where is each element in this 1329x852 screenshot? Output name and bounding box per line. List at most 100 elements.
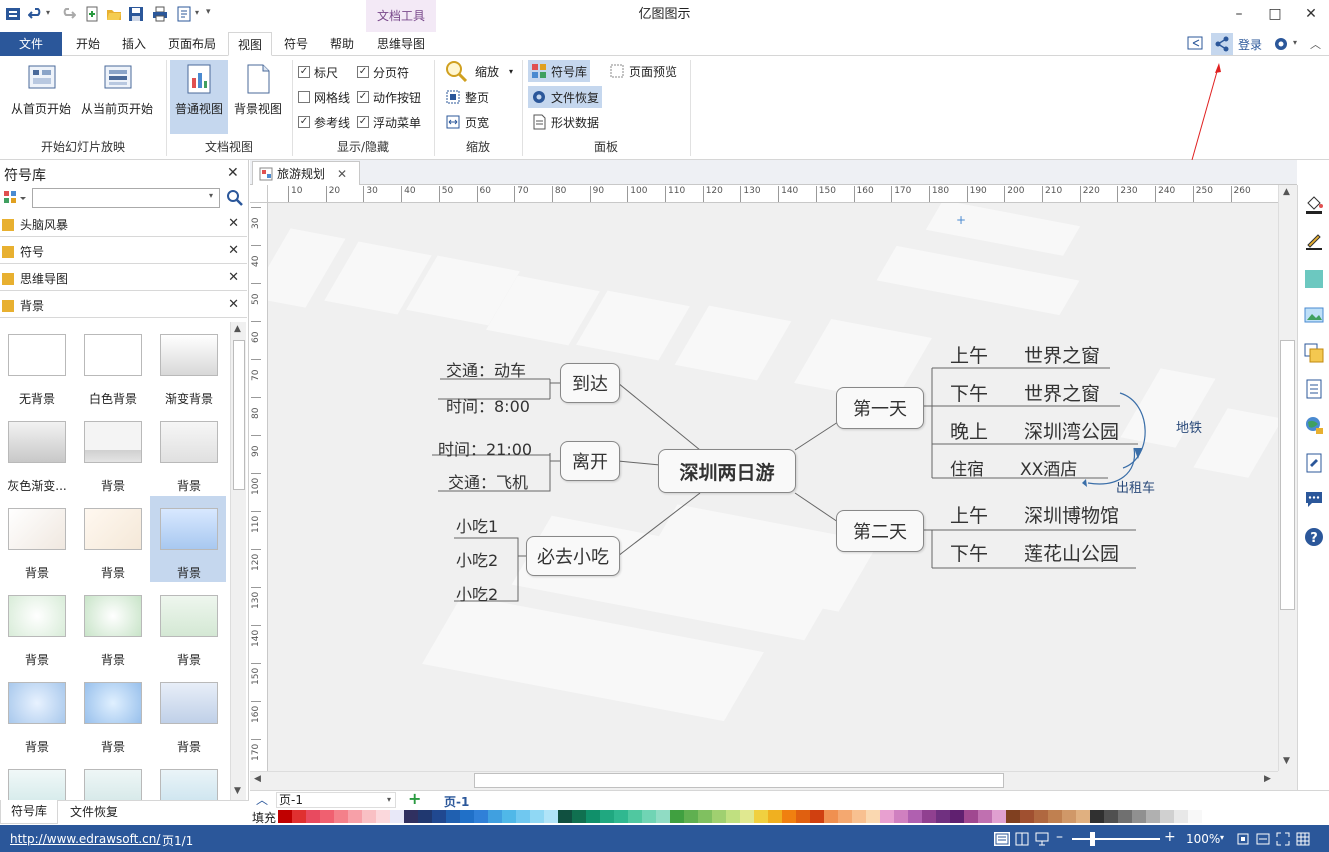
relation-label-metro[interactable]: 地铁 (1176, 417, 1202, 436)
mindmap-leaf[interactable]: 小吃1 (456, 513, 498, 537)
color-swatch[interactable] (572, 810, 586, 823)
color-swatch[interactable] (418, 810, 432, 823)
collapse-ribbon-icon[interactable]: ︿ (1310, 36, 1321, 52)
grid-checkbox[interactable]: 网格线 (298, 87, 350, 107)
maximize-button[interactable]: □ (1258, 0, 1292, 28)
color-swatch[interactable] (1146, 810, 1160, 823)
zoom-out-icon[interactable]: – (1056, 829, 1063, 845)
color-swatch[interactable] (516, 810, 530, 823)
mindmap-center-node[interactable]: 深圳两日游 (658, 449, 796, 493)
tab-symbol[interactable]: 符号 (274, 32, 318, 56)
color-swatch[interactable] (782, 810, 796, 823)
color-swatch[interactable] (936, 810, 950, 823)
print-icon[interactable] (150, 4, 170, 24)
color-swatch[interactable] (992, 810, 1006, 823)
color-swatch[interactable] (502, 810, 516, 823)
tab-view[interactable]: 视图 (228, 32, 272, 56)
undo-icon[interactable] (26, 4, 46, 24)
color-swatch[interactable] (628, 810, 642, 823)
shape-data-button[interactable]: 形状数据 (528, 111, 602, 133)
color-swatch[interactable] (362, 810, 376, 823)
tab-mindmap[interactable]: 思维导图 (366, 32, 436, 56)
background-thumb[interactable] (160, 508, 218, 550)
page-select[interactable]: 页-1 ▾ (276, 792, 396, 808)
background-thumb[interactable] (160, 769, 218, 800)
color-swatch[interactable] (390, 810, 404, 823)
color-swatch[interactable] (698, 810, 712, 823)
color-swatch[interactable] (348, 810, 362, 823)
color-swatch[interactable] (614, 810, 628, 823)
fill-bucket-icon[interactable] (1304, 195, 1324, 215)
color-swatch[interactable] (1188, 810, 1202, 823)
background-thumb[interactable] (8, 769, 66, 800)
library-category-symbol[interactable]: 符号 ✕ (0, 240, 247, 264)
color-swatch[interactable] (670, 810, 684, 823)
close-document-icon[interactable]: ✕ (337, 167, 347, 181)
color-swatch[interactable] (292, 810, 306, 823)
color-swatch[interactable] (586, 810, 600, 823)
comment-icon[interactable] (1304, 489, 1324, 509)
mindmap-leaf[interactable]: 时间：21:00 (438, 436, 532, 460)
color-swatch[interactable] (838, 810, 852, 823)
login-link[interactable]: 登录 (1238, 36, 1262, 53)
ruler-checkbox[interactable]: ✓ 标尺 (298, 62, 338, 82)
scroll-down-icon[interactable]: ▼ (234, 786, 241, 796)
start-from-first-button[interactable]: 从首页开始 (6, 60, 76, 134)
mindmap-node-day2[interactable]: 第二天 (836, 510, 924, 552)
color-swatch[interactable] (1076, 810, 1090, 823)
horizontal-scrollbar[interactable]: ◀ ▶ (250, 771, 1278, 789)
color-swatch[interactable] (320, 810, 334, 823)
tab-insert[interactable]: 插入 (112, 32, 156, 56)
open-file-icon[interactable] (104, 4, 124, 24)
undo-dropdown-icon[interactable]: ▾ (46, 8, 50, 17)
fullscreen-icon[interactable] (1276, 832, 1290, 846)
background-thumb[interactable] (84, 421, 142, 463)
page-panel-toggle-icon[interactable]: ︿ (256, 791, 268, 808)
background-thumb[interactable] (160, 421, 218, 463)
redo-icon[interactable] (58, 4, 78, 24)
mindmap-leaf[interactable]: 时间：8:00 (446, 393, 530, 417)
color-swatch[interactable] (1062, 810, 1076, 823)
mindmap-leaf[interactable]: 小吃2 (456, 581, 498, 605)
tab-home[interactable]: 开始 (66, 32, 110, 56)
mindmap-leaf[interactable]: 小吃2 (456, 547, 498, 571)
color-swatch[interactable] (1020, 810, 1034, 823)
zoom-button[interactable]: 缩放 ▾ (442, 60, 516, 82)
library-panel-close-icon[interactable]: ✕ (227, 165, 239, 181)
background-thumb[interactable] (84, 508, 142, 550)
horizontal-ruler[interactable]: 10 20 30 40 50 60 70 80 90 100 110 120 130 140 150 160 1… (268, 185, 1278, 203)
close-icon[interactable]: ✕ (228, 216, 239, 231)
mindmap-node-leave[interactable]: 离开 (560, 441, 620, 481)
relation-label-taxi[interactable]: 出租车 (1116, 477, 1155, 496)
zoom-in-icon[interactable]: + (1164, 829, 1176, 845)
vertical-ruler[interactable]: 30 40 50 60 70 80 90 100 110 120 130 140 150 160 170 (250, 203, 268, 771)
zoom-dropdown-icon[interactable]: ▾ (1220, 833, 1224, 842)
color-swatch[interactable] (1160, 810, 1174, 823)
close-icon[interactable]: ✕ (228, 297, 239, 312)
scroll-left-icon[interactable]: ◀ (254, 774, 261, 784)
action-button-checkbox[interactable]: ✓ 动作按钮 (357, 87, 421, 107)
save-icon[interactable] (126, 4, 146, 24)
page-width-button[interactable]: 页宽 (442, 111, 492, 133)
background-thumb[interactable] (8, 682, 66, 724)
line-pen-icon[interactable] (1304, 231, 1324, 251)
mindmap-node-snacks[interactable]: 必去小吃 (526, 536, 620, 576)
background-thumb[interactable] (84, 334, 142, 376)
color-swatch[interactable] (530, 810, 544, 823)
scroll-right-icon[interactable]: ▶ (1264, 774, 1271, 784)
color-swatch[interactable] (642, 810, 656, 823)
guide-checkbox[interactable]: ✓ 参考线 (298, 112, 350, 132)
color-swatch[interactable] (1090, 810, 1104, 823)
normal-view-button[interactable]: 普通视图 (170, 60, 228, 134)
color-swatch[interactable] (894, 810, 908, 823)
drawing-canvas[interactable]: + 深圳两日游 到达 交通：动车 时间：8:00 离开 时间：21:00 交通：… (268, 203, 1278, 771)
library-panel-button[interactable]: 符号库 (528, 60, 591, 82)
color-swatch[interactable] (558, 810, 572, 823)
mindmap-leaf[interactable]: XX酒店 (1020, 455, 1077, 480)
color-swatch[interactable] (964, 810, 978, 823)
color-swatch[interactable] (334, 810, 348, 823)
color-swatch[interactable] (488, 810, 502, 823)
share-page-icon[interactable] (1187, 35, 1207, 53)
globe-link-icon[interactable] (1304, 415, 1324, 435)
search-dropdown-icon[interactable]: ▾ (209, 191, 213, 200)
